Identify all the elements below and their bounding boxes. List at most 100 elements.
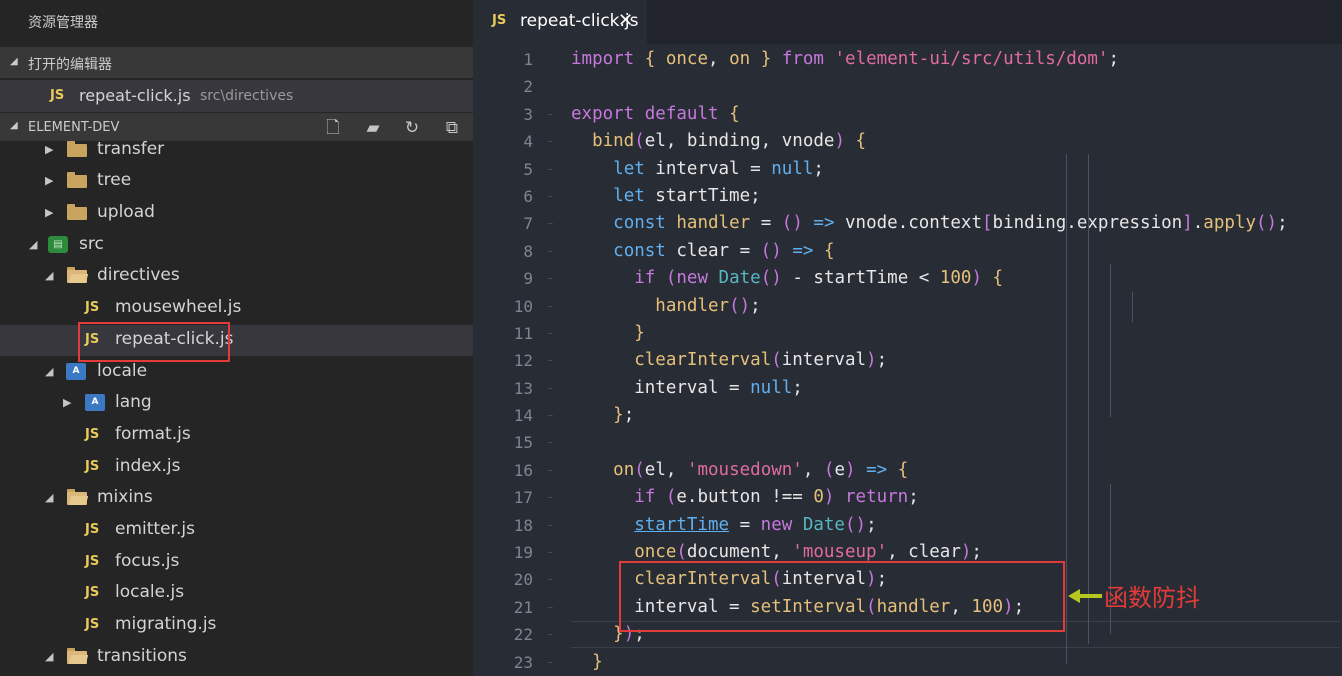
tree-item-index[interactable]: JS index.js [0,452,473,483]
code-line[interactable]: 11 – } [473,320,1342,347]
tree-item-label: locale.js [115,582,185,602]
chevron-right-icon[interactable]: ▶ [45,143,53,156]
open-editors-header[interactable]: ◢ 打开的编辑器 [0,47,473,78]
line-number: 11 [513,323,533,343]
tab-repeat-click[interactable]: JS repeat-click.js ✕ [473,0,647,44]
line-number: 16 [513,460,533,480]
line-number: 6 [523,186,533,206]
line-number: 18 [513,515,533,535]
locale-folder-icon: A [66,363,86,380]
tree-item-label: src [79,234,104,254]
code-line[interactable]: 9– if (new Date() - startTime < 100) { [473,265,1342,292]
fold-marker-icon: – [548,574,553,586]
tree-item-label: transfer [97,139,165,159]
code-line[interactable]: 23 – } [473,649,1342,676]
indent-guide [1132,292,1133,322]
line-number: 1 [523,50,533,69]
folder-icon [67,141,87,158]
close-icon[interactable]: ✕ [618,10,633,31]
line-number: 13 [513,378,533,398]
code-line[interactable]: 7 – const handler = () => vnode.context[b… [473,210,1342,237]
open-editor-filename: repeat-click.js [79,86,191,105]
chevron-right-icon[interactable]: ▶ [45,174,53,187]
tree-item-label: locale [97,361,148,381]
fold-marker-icon: – [548,190,553,202]
tree-item-format[interactable]: JS format.js [0,420,473,451]
fold-marker-icon[interactable]: – [548,101,553,128]
collapse-arrow-icon[interactable]: ◢ [10,120,18,131]
code-line[interactable]: 15 – [473,429,1342,456]
fold-marker-icon: – [548,629,553,641]
js-file-icon: JS [85,459,100,474]
highlight-box-selected-file [78,322,230,362]
open-editor-item[interactable]: JS repeat-click.js src\directives [0,80,473,112]
fold-marker-icon: – [548,519,553,531]
code-line[interactable]: 6 – let startTime; [473,183,1342,210]
code-line[interactable]: 16– on(el, 'mousedown', (e) => { [473,457,1342,484]
tree-item-src[interactable]: ◢ ▤ src [0,230,473,261]
code-line[interactable]: 13 – interval = null; [473,375,1342,402]
fold-marker-icon: – [548,355,553,367]
code-line[interactable]: 5 – let interval = null; [473,156,1342,183]
code-line[interactable]: 4– bind(el, binding, vnode) { [473,128,1342,155]
chevron-right-icon[interactable]: ▶ [63,396,71,409]
collapse-arrow-icon[interactable]: ◢ [10,56,18,67]
fold-marker-icon: – [548,300,553,312]
tree-item-focus[interactable]: JS focus.js [0,547,473,578]
code-line[interactable]: 8– const clear = () => { [473,238,1342,265]
tree-item-label: migrating.js [115,614,217,634]
chevron-down-icon[interactable]: ◢ [45,365,53,378]
chevron-down-icon[interactable]: ◢ [29,238,37,251]
tree-item-tree[interactable]: ▶ tree [0,166,473,197]
tree-item-transfer[interactable]: ▶ transfer [0,135,473,166]
tree-item-label: emitter.js [115,519,195,539]
code-line[interactable]: 1 import { once, on } from 'element-ui/sr… [473,46,1342,73]
code-line[interactable]: 14 – }; [473,402,1342,429]
tree-item-label: tree [97,170,132,190]
tree-item-directives[interactable]: ◢ directives [0,261,473,292]
code-line[interactable]: 17 – if (e.button !== 0) return; [473,484,1342,511]
locale-folder-icon: A [85,394,105,411]
tree-item-upload[interactable]: ▶ upload [0,198,473,229]
code-text: } [634,322,645,343]
chevron-down-icon[interactable]: ◢ [45,650,53,663]
tree-item-mousewheel[interactable]: JS mousewheel.js [0,293,473,324]
fold-marker-icon[interactable]: – [548,457,553,484]
tree-item-label: index.js [115,456,181,476]
line-number: 22 [513,625,533,645]
code-line[interactable]: 18 – startTime = new Date(); [473,512,1342,539]
code-text: export default { [571,103,740,124]
line-number: 17 [513,488,533,508]
tree-item-emitter[interactable]: JS emitter.js [0,515,473,546]
code-line[interactable]: 10 – handler(); [473,293,1342,320]
folder-open-icon [67,267,89,284]
fold-marker-icon[interactable]: – [548,128,553,155]
code-line[interactable]: 3– export default { [473,101,1342,128]
code-text: const handler = () => vnode.context[bind… [613,213,1288,234]
line-number: 9 [523,269,533,289]
fold-marker-icon: – [548,163,553,175]
line-number: 21 [513,597,533,617]
code-text: if (e.button !== 0) return; [634,487,919,508]
tree-item-lang[interactable]: ▶ A lang [0,388,473,419]
code-line[interactable]: 12 – clearInterval(interval); [473,347,1342,374]
fold-marker-icon: – [548,382,553,394]
tree-item-locale-js[interactable]: JS locale.js [0,578,473,609]
tree-item-mixins[interactable]: ◢ mixins [0,483,473,514]
line-number: 14 [513,406,533,426]
fold-marker-icon[interactable]: – [548,265,553,292]
chevron-right-icon[interactable]: ▶ [45,206,53,219]
tree-item-transitions[interactable]: ◢ transitions [0,642,473,673]
indent-guide [1088,154,1089,644]
code-line[interactable]: 2 [473,73,1342,100]
tree-item-repeat-click[interactable]: JS repeat-click.js [0,325,473,356]
code-text: on(el, 'mousedown', (e) => { [613,459,909,480]
line-number: 4 [523,132,533,152]
tree-item-migrating[interactable]: JS migrating.js [0,610,473,641]
chevron-down-icon[interactable]: ◢ [45,491,53,504]
chevron-down-icon[interactable]: ◢ [45,269,53,282]
folder-icon [67,172,87,189]
tree-item-locale[interactable]: ◢ A locale [0,357,473,388]
arrow-left-icon [1068,589,1102,603]
fold-marker-icon[interactable]: – [548,238,553,265]
